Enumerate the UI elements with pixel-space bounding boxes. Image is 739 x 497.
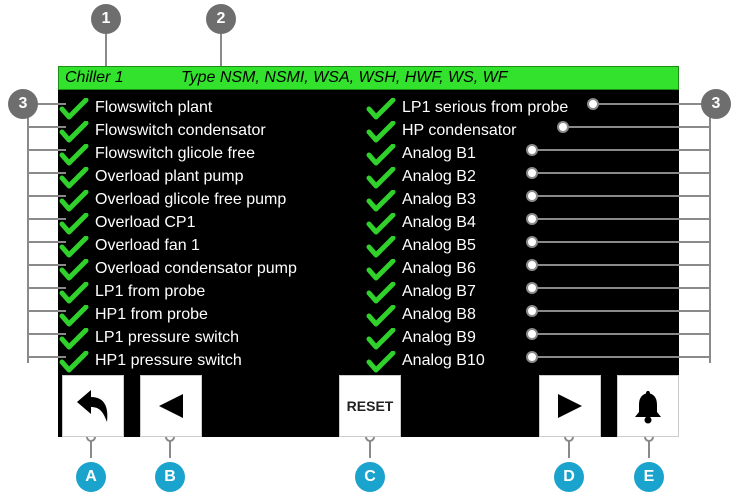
next-page-button[interactable]	[539, 375, 601, 437]
callout-2: 2	[206, 4, 236, 34]
bell-icon	[635, 391, 661, 424]
callout-c: C	[355, 462, 385, 492]
reset-button[interactable]: RESET	[339, 375, 401, 437]
left-triangle-icon	[159, 394, 183, 418]
previous-page-button[interactable]	[140, 375, 202, 437]
back-button[interactable]	[62, 375, 124, 437]
callout-3-left: 3	[8, 89, 38, 119]
callout-1: 1	[91, 4, 121, 34]
callout-a: A	[76, 462, 106, 492]
right-triangle-icon	[558, 394, 582, 418]
alarm-button[interactable]	[617, 375, 679, 437]
callout-b: B	[155, 462, 185, 492]
back-arrow-icon	[77, 390, 108, 422]
callout-e: E	[634, 462, 664, 492]
callout-3-right: 3	[701, 89, 731, 119]
callout-d: D	[554, 462, 584, 492]
